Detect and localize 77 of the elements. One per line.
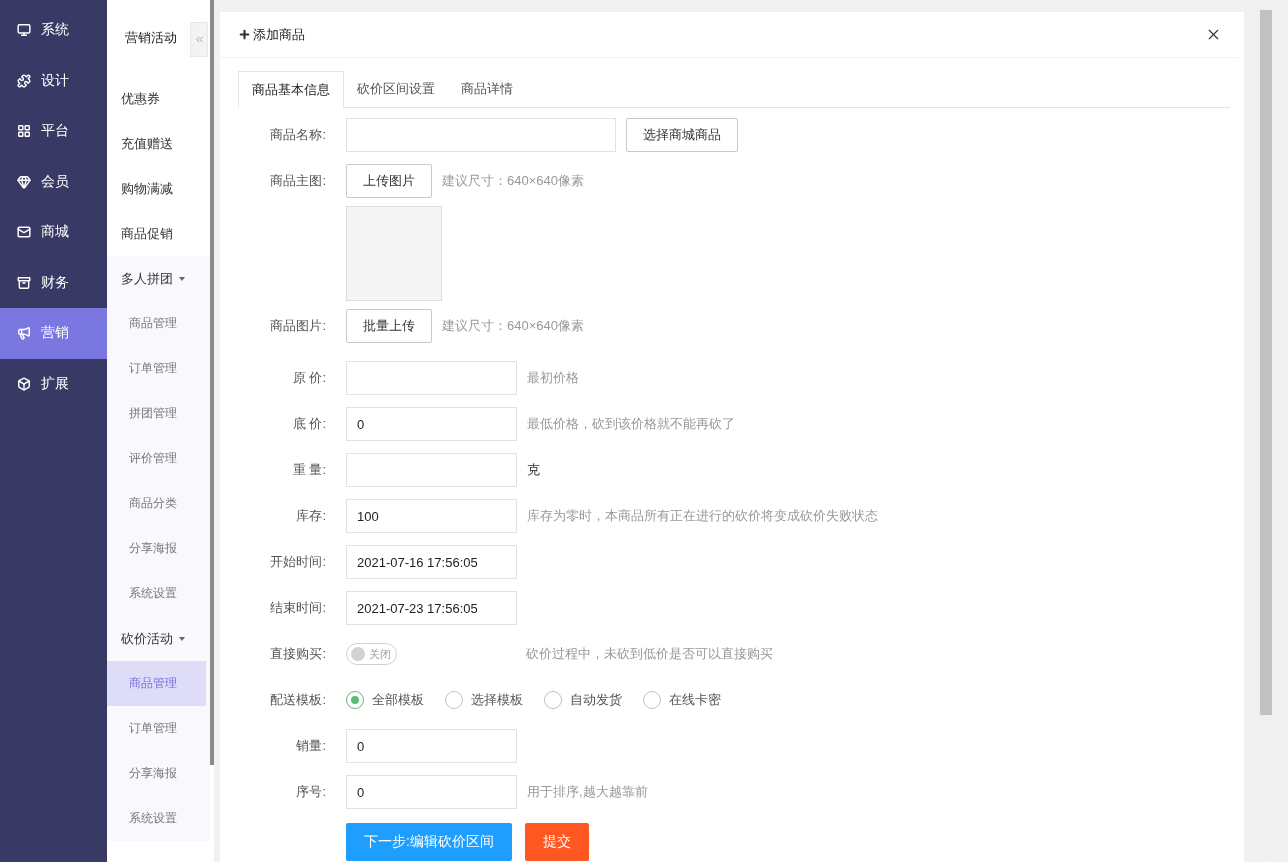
cube-icon (17, 376, 31, 391)
field-label: 商品名称: (269, 126, 326, 144)
field-label: 商品图片: (269, 317, 326, 335)
upload-button[interactable]: 批量上传 (346, 309, 432, 343)
tab[interactable]: 商品基本信息 (238, 71, 344, 108)
megaphone-icon (17, 326, 31, 341)
text-field[interactable] (346, 453, 517, 487)
field-label: 结束时间: (269, 599, 326, 617)
hint-text: 建议尺寸：640×640像素 (442, 317, 584, 335)
nav-item[interactable]: 营销 (0, 308, 107, 359)
field-label: 配送模板: (269, 691, 326, 709)
field-label: 销量: (295, 737, 326, 755)
menu-item[interactable]: 系统设置 (107, 796, 206, 841)
hint-text: 建议尺寸：640×640像素 (442, 172, 584, 190)
monitor-icon (17, 23, 31, 38)
text-field[interactable]: 0 (346, 407, 517, 441)
select-button[interactable]: 选择商城商品 (626, 118, 738, 152)
grid-icon (17, 124, 31, 139)
field-label: 原 价: (291, 369, 326, 387)
nav-item[interactable]: 平台 (0, 106, 107, 157)
menu-item[interactable]: 分享海报 (107, 751, 206, 796)
nav-item[interactable]: 商城 (0, 207, 107, 258)
text-field[interactable]: 0 (346, 775, 517, 809)
menu-item[interactable]: 订单管理 (107, 706, 206, 751)
puzzle-icon (17, 73, 31, 88)
radio-label: 选择模板 (471, 691, 523, 709)
nav-item[interactable]: 系统 (0, 5, 107, 56)
field-label: 底 价: (291, 415, 326, 433)
nav-item[interactable]: 会员 (0, 156, 107, 207)
unit-text: 克 (527, 461, 540, 479)
field-label: 重 量: (291, 461, 326, 479)
double-chevron-icon (193, 34, 205, 45)
collapse-button[interactable] (190, 22, 208, 57)
menu-item[interactable]: 商品促销 (107, 211, 210, 256)
hint-text: 砍价过程中，未砍到低价是否可以直接购买 (526, 645, 773, 663)
menu-item[interactable]: 充值赠送 (107, 121, 210, 166)
dialog-title: 添加商品 (253, 25, 305, 44)
menu-item[interactable]: 购物满减 (107, 166, 210, 211)
text-field[interactable]: 2021-07-23 17:56:05 (346, 591, 517, 625)
menu-item[interactable]: 商品管理 (107, 301, 206, 346)
gem-icon (17, 174, 31, 189)
tab[interactable]: 砍价区间设置 (344, 71, 448, 107)
field-label: 开始时间: (269, 553, 326, 571)
hint-text: 用于排序,越大越靠前 (527, 783, 648, 801)
radio-label: 全部模板 (372, 691, 424, 709)
text-field[interactable]: 2021-07-16 17:56:05 (346, 545, 517, 579)
text-field[interactable]: 0 (346, 729, 517, 763)
radio-label: 自动发货 (570, 691, 622, 709)
mail-icon (17, 225, 31, 240)
menu-group[interactable]: 多人拼团 (107, 256, 206, 301)
menu-group[interactable]: 砍价活动 (107, 616, 206, 661)
field-label: 库存: (295, 507, 326, 525)
field-label: 直接购买: (269, 645, 326, 663)
menu-item[interactable]: 订单管理 (107, 346, 206, 391)
nav-item[interactable]: 设计 (0, 55, 107, 106)
menu-item[interactable]: 商品分类 (107, 481, 206, 526)
hint-text: 库存为零时，本商品所有正在进行的砍价将变成砍价失败状态 (527, 507, 878, 525)
menu-item[interactable]: 评价管理 (107, 436, 206, 481)
nav-item[interactable]: 财务 (0, 257, 107, 308)
nav-item[interactable]: 扩展 (0, 358, 107, 409)
hint-text: 最初价格 (527, 369, 579, 387)
sidebar-title: 营销活动 (125, 29, 177, 47)
menu-item[interactable]: 优惠券 (107, 76, 210, 121)
radio-label: 在线卡密 (669, 691, 721, 709)
text-field[interactable] (346, 118, 616, 152)
field-label: 商品主图: (269, 172, 326, 190)
hint-text: 最低价格，砍到该价格就不能再砍了 (527, 415, 735, 433)
plus-icon (238, 28, 251, 41)
upload-button[interactable]: 上传图片 (346, 164, 432, 198)
menu-item[interactable]: 系统设置 (107, 571, 206, 616)
menu-item[interactable]: 分享海报 (107, 526, 206, 571)
tab[interactable]: 商品详情 (448, 71, 526, 107)
text-field[interactable]: 100 (346, 499, 517, 533)
menu-item[interactable]: 拼团管理 (107, 391, 206, 436)
archive-icon (17, 275, 31, 290)
text-field[interactable] (346, 361, 517, 395)
field-label: 序号: (295, 783, 326, 801)
